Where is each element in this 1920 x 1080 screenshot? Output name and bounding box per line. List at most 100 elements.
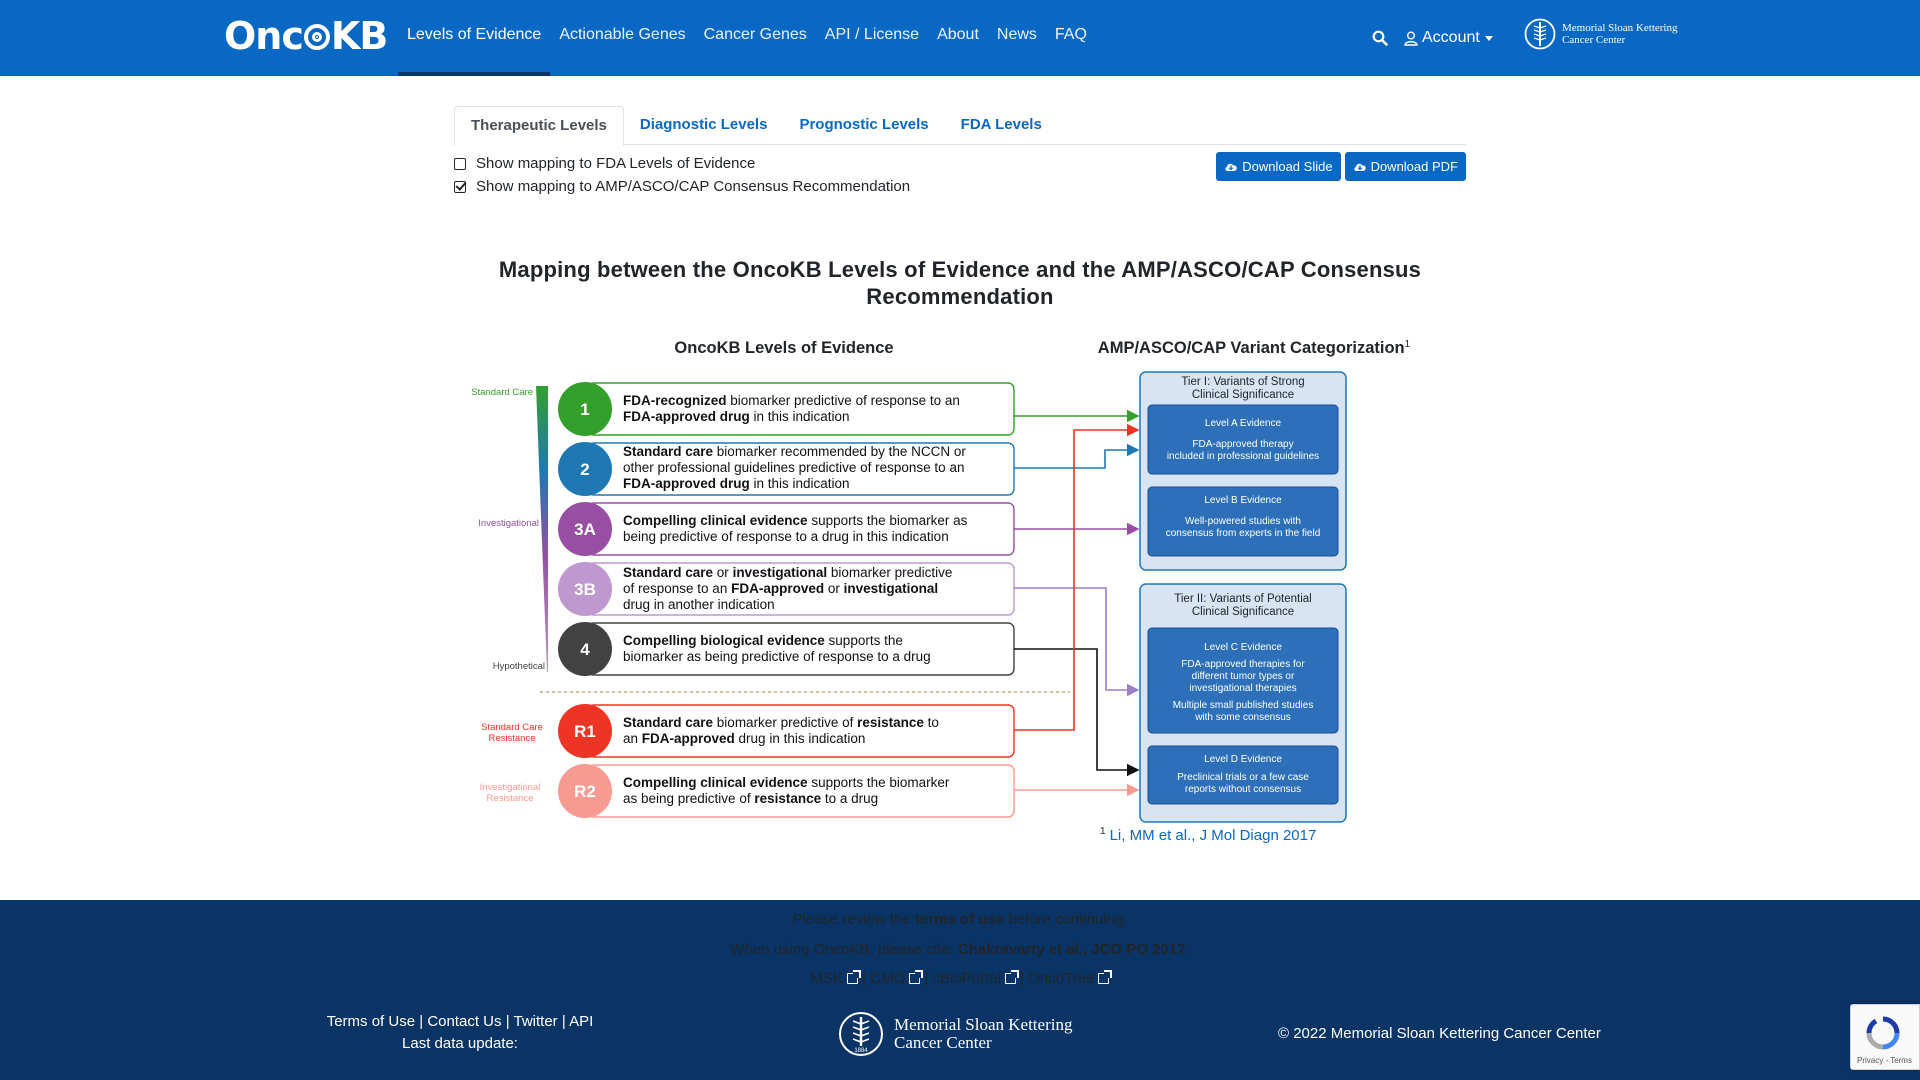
- mapping-options: Show mapping to FDA Levels of Evidence S…: [454, 152, 910, 198]
- level-3b-m2: or: [824, 581, 844, 596]
- download-slide-label: Download Slide: [1242, 159, 1333, 174]
- side-label-sc-resistance-1: Standard Care: [481, 722, 543, 733]
- level-r1-t2: an: [623, 731, 642, 746]
- terms-of-use-link[interactable]: terms of use: [915, 911, 1004, 928]
- fda-mapping-option[interactable]: Show mapping to FDA Levels of Evidence: [454, 152, 910, 175]
- msk-emblem-icon: 1884: [839, 1012, 883, 1056]
- footer-twitter-link[interactable]: Twitter: [514, 1013, 558, 1030]
- level-badge-1: 1: [580, 400, 589, 419]
- level-row-3b: 3B Standard care or investigational biom…: [558, 562, 1015, 616]
- level-row-4: 4 Compelling biological evidence support…: [558, 622, 1015, 676]
- level-r1-b1b: resistance: [857, 715, 924, 730]
- level-4-b1: Compelling biological evidence: [623, 633, 825, 648]
- oncokb-levels-heading: OncoKB Levels of Evidence: [674, 339, 893, 357]
- separator: |: [419, 1013, 424, 1030]
- cite-notice-post: .: [1185, 941, 1190, 958]
- level-d-name: Level D Evidence: [1204, 754, 1282, 765]
- level-r2-t1: supports the biomarker: [808, 775, 950, 790]
- msk-footer-line2: Cancer Center: [894, 1033, 992, 1052]
- level-3b-t2: of response to an: [623, 581, 731, 596]
- level-r1-e2: drug in this indication: [735, 731, 866, 746]
- level-3b-b1b: investigational: [733, 565, 828, 580]
- nav-about[interactable]: About: [928, 0, 988, 76]
- msk-link[interactable]: MSK: [811, 970, 862, 987]
- cloud-download-icon: [1225, 163, 1237, 171]
- external-link-icon: [1098, 970, 1113, 984]
- download-slide-button[interactable]: Download Slide: [1216, 152, 1341, 181]
- arrow-level-r1: [1014, 423, 1140, 731]
- tab-fda-levels[interactable]: FDA Levels: [945, 106, 1058, 145]
- oncokb-logo[interactable]: Onc KB: [224, 16, 388, 56]
- level-row-2: 2 Standard care biomarker recommended by…: [558, 442, 1015, 496]
- arrow-level-4: [1014, 648, 1140, 777]
- level-2-t2: other professional guidelines predictive…: [623, 460, 964, 475]
- tab-diagnostic-levels[interactable]: Diagnostic Levels: [624, 106, 784, 145]
- nav-faq[interactable]: FAQ: [1046, 0, 1096, 76]
- footer-contact-link[interactable]: Contact Us: [427, 1013, 501, 1030]
- amp-categorization-heading: AMP/ASCO/CAP Variant Categorization1: [1098, 339, 1411, 357]
- level-r2-e2: to a drug: [821, 791, 878, 806]
- svg-text:Standard care biomarker recomm: Standard care biomarker recommended by t…: [623, 444, 966, 459]
- level-2-b1: Standard care: [623, 444, 714, 459]
- recaptcha-badge[interactable]: Privacy - Terms: [1850, 1004, 1920, 1070]
- nav-actionable-genes[interactable]: Actionable Genes: [550, 0, 694, 76]
- amp-mapping-option[interactable]: Show mapping to AMP/ASCO/CAP Consensus R…: [454, 175, 910, 198]
- amp-mapping-checkbox[interactable]: [454, 180, 466, 193]
- tab-therapeutic-levels[interactable]: Therapeutic Levels: [454, 106, 624, 146]
- svg-text:Compelling clinical evidence s: Compelling clinical evidence supports th…: [623, 775, 950, 790]
- reference-sup: 1: [1100, 826, 1106, 837]
- tier-1-title-2: Clinical Significance: [1192, 389, 1294, 401]
- level-c-line1: FDA-approved therapies for: [1181, 659, 1305, 670]
- level-3b-b2: FDA-approved: [731, 581, 824, 596]
- recaptcha-links[interactable]: Privacy - Terms: [1857, 1056, 1912, 1065]
- msk-logo-nav[interactable]: Memorial Sloan Kettering Cancer Center: [1524, 16, 1677, 52]
- tab-prognostic-levels[interactable]: Prognostic Levels: [783, 106, 944, 145]
- nav-cancer-genes[interactable]: Cancer Genes: [695, 0, 816, 76]
- footer-left-links: Terms of Use | Contact Us | Twitter | AP…: [314, 1013, 606, 1052]
- separator: |: [561, 1013, 566, 1030]
- level-r2-b2: resistance: [754, 791, 821, 806]
- level-badge-2: 2: [580, 460, 589, 479]
- account-label: Account: [1422, 29, 1480, 46]
- search-icon: [1372, 30, 1388, 46]
- separator: |: [505, 1013, 510, 1030]
- nav-levels-of-evidence[interactable]: Levels of Evidence: [398, 0, 551, 76]
- figure-reference: 1 Li, MM et al., J Mol Diagn 2017: [1100, 826, 1316, 844]
- figure-title: Mapping between the OncoKB Levels of Evi…: [498, 257, 1422, 309]
- download-pdf-label: Download PDF: [1370, 159, 1458, 174]
- svg-text:FDA-recognized biomarker predi: FDA-recognized biomarker predictive of r…: [623, 393, 960, 408]
- cbioportal-link[interactable]: cBioPortal: [932, 970, 1019, 987]
- svg-text:Compelling clinical evidence s: Compelling clinical evidence supports th…: [623, 513, 968, 528]
- footer-cite-notice: When using OncoKB, please cite: Chakrava…: [0, 941, 1920, 958]
- footer-api-link[interactable]: API: [569, 1013, 593, 1030]
- fda-mapping-checkbox[interactable]: [454, 157, 466, 170]
- level-a-line1: FDA-approved therapy: [1192, 439, 1293, 450]
- cloud-download-icon: [1353, 163, 1366, 171]
- nav-news[interactable]: News: [988, 0, 1046, 76]
- level-r2-t2: as being predictive of: [623, 791, 754, 806]
- level-2-t1: biomarker recommended by the NCCN or: [713, 444, 966, 459]
- target-icon: [303, 24, 330, 50]
- cmo-link[interactable]: CMO: [870, 970, 924, 987]
- account-dropdown[interactable]: Account: [1404, 0, 1493, 76]
- evidence-tabs: Therapeutic Levels Diagnostic Levels Pro…: [454, 106, 1466, 146]
- level-1-b1: FDA-recognized: [623, 393, 727, 408]
- footer-external-links: MSK | CMO | cBioPortal | OncoTree: [0, 970, 1920, 987]
- msk-nav-line2: Cancer Center: [1562, 34, 1626, 46]
- citation-link[interactable]: Chakravarty et al., JCO PO 2017: [958, 941, 1186, 958]
- cmo-link-label: CMO: [870, 970, 906, 987]
- msk-logo-footer[interactable]: 1884 Memorial Sloan Kettering Cancer Cen…: [838, 1008, 1072, 1060]
- side-label-inv-resistance-2: Resistance: [487, 793, 534, 804]
- footer-terms-link[interactable]: Terms of Use: [327, 1013, 415, 1030]
- level-4-t1: supports the: [825, 633, 903, 648]
- separator: |: [924, 970, 933, 987]
- nav-api-license[interactable]: API / License: [816, 0, 928, 76]
- side-label-hypothetical: Hypothetical: [493, 661, 545, 672]
- level-badge-r1: R1: [574, 722, 596, 741]
- svg-text:Compelling biological evidence: Compelling biological evidence supports …: [623, 633, 903, 648]
- cbioportal-link-label: cBioPortal: [932, 970, 1001, 987]
- oncotree-link[interactable]: OncoTree: [1028, 970, 1113, 987]
- reference-link[interactable]: Li, MM et al., J Mol Diagn 2017: [1110, 827, 1317, 844]
- search-button[interactable]: [1372, 0, 1394, 76]
- download-pdf-button[interactable]: Download PDF: [1344, 152, 1466, 181]
